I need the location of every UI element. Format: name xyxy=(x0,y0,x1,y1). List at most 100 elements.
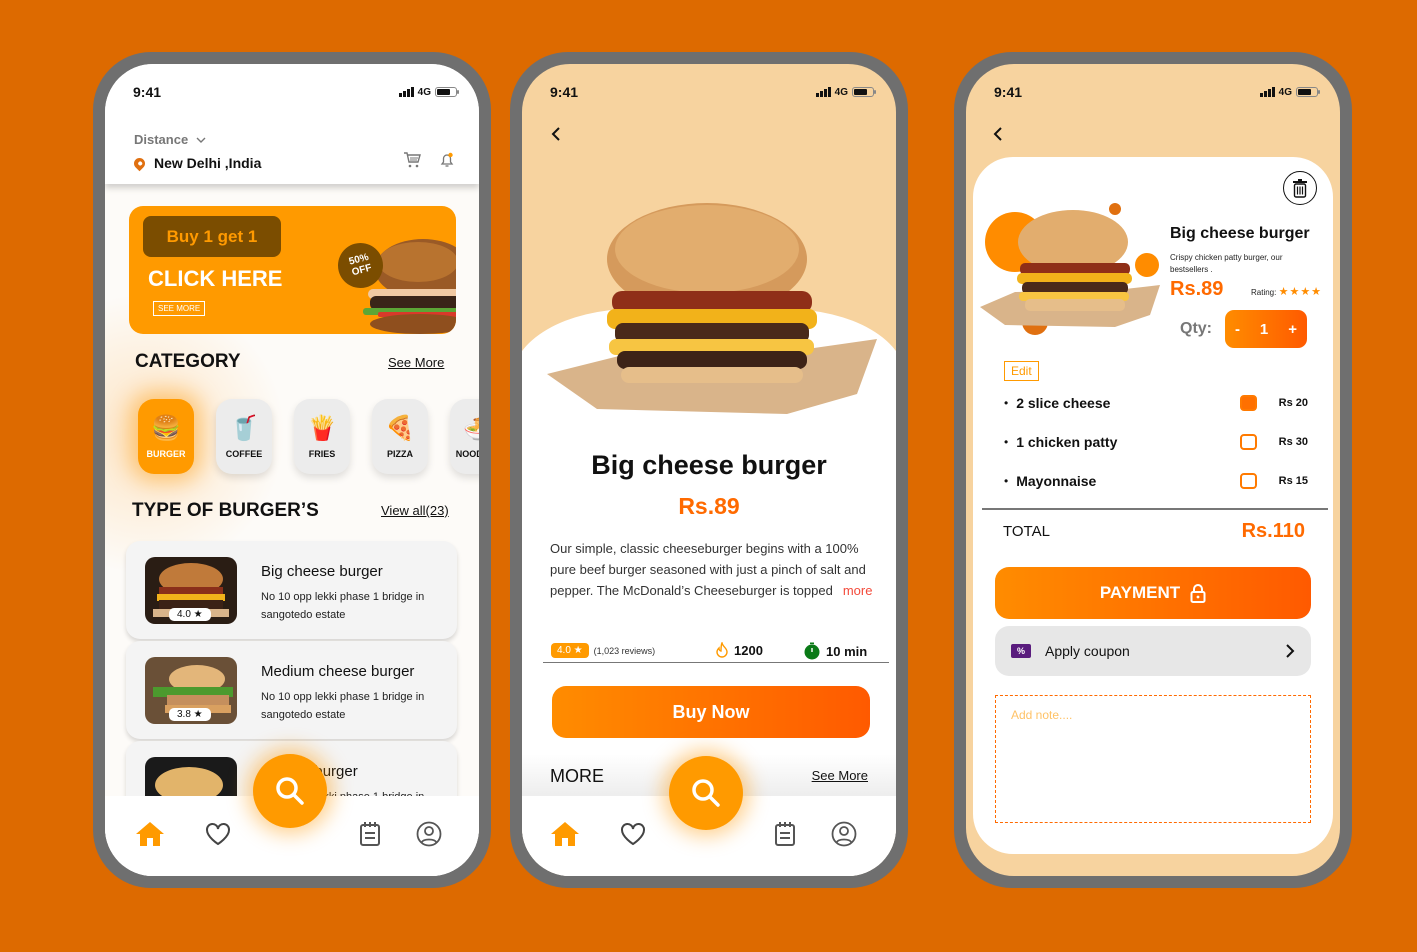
delete-button[interactable] xyxy=(1283,171,1317,205)
product-title: Big cheese burger xyxy=(591,450,827,480)
category-burger[interactable]: 🍔 BURGER xyxy=(138,399,194,474)
promo-headline[interactable]: CLICK HERE xyxy=(148,266,282,292)
search-icon xyxy=(276,777,304,805)
distance-dropdown[interactable]: Distance xyxy=(134,132,206,147)
payment-button[interactable]: PAYMENT xyxy=(995,567,1311,619)
time-value: 10 min xyxy=(826,643,868,659)
product-price: Rs.89 xyxy=(678,493,740,519)
chevron-down-icon xyxy=(196,137,206,143)
network-label: 4G xyxy=(834,86,848,98)
nav-favorites[interactable] xyxy=(618,819,648,849)
nav-orders[interactable] xyxy=(355,819,385,849)
heart-icon xyxy=(206,823,230,846)
network-label: 4G xyxy=(1278,86,1292,98)
addon-row: • 2 slice cheese Rs 20 xyxy=(1004,392,1308,414)
back-arrow-icon[interactable] xyxy=(550,126,562,142)
category-fries[interactable]: 🍟 FRIES xyxy=(294,399,350,474)
rating-tag: 4.0 ★ xyxy=(169,608,211,621)
home-icon xyxy=(136,822,164,846)
cart-item-rating: Rating: ★★★★ xyxy=(1251,285,1322,298)
rating-tag: 3.8 ★ xyxy=(169,708,211,721)
promo-banner[interactable]: Buy 1 get 1 CLICK HERE SEE MORE 50% OFF xyxy=(129,206,456,334)
back-arrow-icon[interactable] xyxy=(992,126,1004,142)
profile-icon xyxy=(831,821,857,847)
bullet: • xyxy=(1004,435,1009,449)
addon-price: Rs 15 xyxy=(1278,475,1308,487)
promo-see-more-button[interactable]: SEE MORE xyxy=(153,301,206,316)
battery-icon xyxy=(1296,87,1320,97)
decrement-button[interactable]: - xyxy=(1235,321,1240,338)
burger-address: No 10 opp lekki phase 1 bridge in sangot… xyxy=(261,591,425,621)
detail-screen: 9:41 4G Big cheese burger Rs.89 Our simp… xyxy=(522,64,896,876)
edit-button[interactable]: Edit xyxy=(1004,361,1039,381)
pizza-icon: 🍕 xyxy=(385,414,415,442)
more-see-more-link[interactable]: See More xyxy=(812,768,868,783)
category-see-more-link[interactable]: See More xyxy=(388,355,444,370)
qty-label: Qty: xyxy=(1180,320,1212,337)
addon-price: Rs 30 xyxy=(1278,436,1308,448)
reviews-count[interactable]: (1,023 reviews) xyxy=(594,646,656,656)
apply-coupon-button[interactable]: % Apply coupon xyxy=(995,626,1311,676)
burger-image xyxy=(980,203,1160,335)
category-coffee[interactable]: 🥤 COFFEE xyxy=(216,399,272,474)
search-button[interactable] xyxy=(669,756,743,830)
phone-detail: 9:41 4G Big cheese burger Rs.89 Our simp… xyxy=(510,52,908,888)
status-time: 9:41 xyxy=(994,84,1023,100)
more-link[interactable]: more xyxy=(843,583,873,598)
star-icons: ★★★★ xyxy=(1278,286,1323,298)
category-label: PIZZA xyxy=(387,448,413,459)
burger-name: Medium cheese burger xyxy=(261,663,415,680)
category-noodles[interactable]: 🍜 NOODLES xyxy=(450,399,479,474)
cart-card: Big cheese burger Crispy chicken patty b… xyxy=(973,157,1333,854)
nav-profile[interactable] xyxy=(414,819,444,849)
burger-thumbnail: 4.0 ★ xyxy=(145,557,237,624)
view-all-link[interactable]: View all(23) xyxy=(381,503,449,518)
calories-value: 1200 xyxy=(734,642,763,658)
bell-icon[interactable] xyxy=(439,152,455,168)
buy-now-button[interactable]: Buy Now xyxy=(552,686,870,738)
addon-checkbox[interactable] xyxy=(1240,434,1257,450)
home-screen: 9:41 4G Distance New Delhi ,India Buy 1 … xyxy=(105,64,479,876)
category-label: FRIES xyxy=(308,448,336,459)
nav-favorites[interactable] xyxy=(203,819,233,849)
battery-icon xyxy=(435,87,459,97)
flame-icon xyxy=(716,642,728,658)
coffee-icon: 🥤 xyxy=(229,414,259,442)
nav-profile[interactable] xyxy=(829,819,859,849)
status-bar: 9:41 4G xyxy=(133,82,459,102)
category-pizza[interactable]: 🍕 PIZZA xyxy=(372,399,428,474)
cart-icon[interactable] xyxy=(403,152,421,168)
fries-icon: 🍟 xyxy=(307,414,337,442)
product-stats: 4.0 ★ (1,023 reviews) 1200 10 min xyxy=(543,639,889,663)
note-input[interactable] xyxy=(995,695,1311,823)
quantity-value: 1 xyxy=(1259,320,1269,338)
list-item[interactable]: 4.0 ★ Big cheese burger No 10 opp lekki … xyxy=(126,541,457,639)
list-item[interactable]: 3.8 ★ Medium cheese burger No 10 opp lek… xyxy=(126,641,457,739)
search-button[interactable] xyxy=(253,754,327,828)
trash-icon xyxy=(1293,179,1307,198)
addon-checkbox[interactable] xyxy=(1240,395,1257,411)
nav-orders[interactable] xyxy=(770,819,800,849)
category-label: COFFEE xyxy=(225,448,263,459)
burger-types-title: TYPE OF BURGER’S xyxy=(132,500,319,521)
total-value: Rs.110 xyxy=(1241,520,1305,542)
status-time: 9:41 xyxy=(550,84,579,100)
burger-address: No 10 opp lekki phase 1 bridge in sangot… xyxy=(261,691,425,721)
category-list: 🍔 BURGER 🥤 COFFEE 🍟 FRIES 🍕 PIZZA 🍜 NOO xyxy=(138,399,479,474)
nav-home[interactable] xyxy=(135,819,165,849)
notepad-icon xyxy=(360,822,380,846)
addon-row: • Mayonnaise Rs 15 xyxy=(1004,470,1308,492)
home-icon xyxy=(551,822,579,846)
cart-item-price: Rs.89 xyxy=(1170,278,1224,300)
addon-checkbox[interactable] xyxy=(1240,473,1257,489)
nav-home[interactable] xyxy=(550,819,580,849)
bullet: • xyxy=(1004,474,1009,488)
category-label: BURGER xyxy=(146,448,186,459)
calories-stat: 1200 xyxy=(715,642,763,658)
increment-button[interactable]: + xyxy=(1288,321,1297,338)
status-bar: 9:41 4G xyxy=(994,82,1320,102)
location[interactable]: New Delhi ,India xyxy=(131,155,261,171)
distance-label: Distance xyxy=(134,132,189,147)
lock-icon xyxy=(1190,584,1206,603)
timer-icon xyxy=(804,642,820,660)
